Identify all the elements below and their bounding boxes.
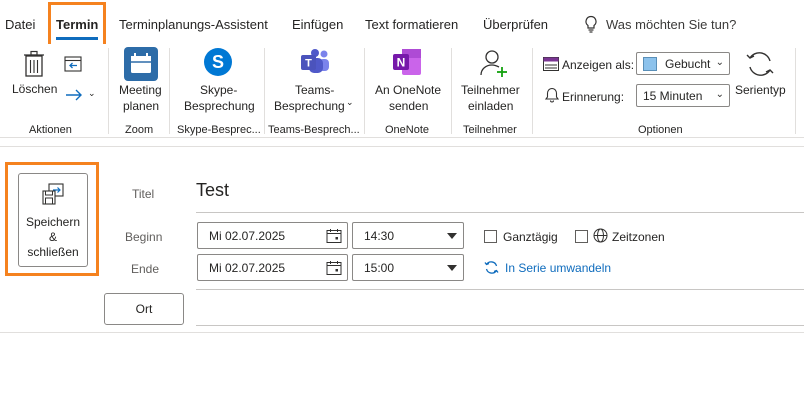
chevron-down-icon[interactable] bbox=[447, 265, 457, 271]
onenote-label-2[interactable]: senden bbox=[389, 98, 428, 114]
separator bbox=[108, 48, 109, 134]
recurrence-icon bbox=[484, 261, 499, 274]
chevron-down-icon[interactable] bbox=[447, 233, 457, 239]
timezones-checkbox[interactable] bbox=[575, 230, 588, 243]
recurrence-icon[interactable] bbox=[745, 49, 775, 79]
svg-text:S: S bbox=[212, 52, 224, 72]
skype-icon[interactable]: S bbox=[203, 47, 233, 77]
title-underline bbox=[196, 212, 804, 213]
group-label-aktionen: Aktionen bbox=[29, 124, 72, 136]
svg-text:N: N bbox=[397, 56, 406, 70]
calendar-icon[interactable] bbox=[326, 228, 342, 244]
make-recurring-label: In Serie umwandeln bbox=[505, 260, 612, 275]
separator bbox=[451, 48, 452, 134]
title-input[interactable]: Test bbox=[196, 180, 229, 201]
menu-tab-bar: Datei Termin Terminplanungs-Assistent Ei… bbox=[0, 0, 804, 44]
ende-label: Ende bbox=[131, 262, 160, 276]
lightbulb-icon bbox=[585, 15, 597, 33]
onenote-label-1[interactable]: An OneNote bbox=[375, 82, 441, 98]
teams-label-1[interactable]: Teams- bbox=[295, 82, 334, 98]
location-button-label: Ort bbox=[135, 302, 153, 316]
start-date-field[interactable]: Mi 02.07.2025 bbox=[197, 222, 348, 249]
tab-datei[interactable]: Datei bbox=[5, 17, 35, 32]
delete-button-label[interactable]: Löschen bbox=[12, 81, 57, 97]
separator bbox=[795, 48, 796, 134]
tab-text-formatieren[interactable]: Text formatieren bbox=[365, 17, 458, 32]
start-time-field[interactable]: 14:30 bbox=[352, 222, 464, 249]
body-divider bbox=[0, 332, 804, 333]
svg-text:T: T bbox=[305, 58, 312, 70]
copy-to-calendar-icon[interactable] bbox=[64, 56, 82, 72]
separator bbox=[364, 48, 365, 134]
meeting-planen-label-2[interactable]: planen bbox=[123, 98, 159, 114]
search-placeholder: Was möchten Sie tun? bbox=[606, 16, 737, 32]
ribbon: Löschen ⌄ Aktionen Meeting planen Zoom S… bbox=[0, 44, 804, 138]
reminder-value: 15 Minuten bbox=[643, 88, 703, 103]
tab-ueberpruefen[interactable]: Überprüfen bbox=[483, 17, 548, 32]
end-time-field[interactable]: 15:00 bbox=[352, 254, 464, 281]
chevron-down-icon: ⌄ bbox=[715, 89, 724, 100]
all-day-label[interactable]: Ganztägig bbox=[503, 230, 558, 244]
add-attendee-icon[interactable] bbox=[479, 48, 509, 78]
meeting-planen-label-1[interactable]: Meeting bbox=[119, 82, 162, 98]
start-date-value: Mi 02.07.2025 bbox=[209, 228, 286, 243]
beginn-label: Beginn bbox=[125, 230, 163, 244]
group-label-zoom: Zoom bbox=[125, 124, 154, 136]
location-underline bbox=[196, 325, 804, 326]
globe-icon[interactable] bbox=[593, 228, 608, 243]
end-date-value: Mi 02.07.2025 bbox=[209, 260, 286, 275]
serientyp-label[interactable]: Serientyp bbox=[735, 82, 786, 98]
group-label-teilnehmer: Teilnehmer bbox=[463, 124, 517, 136]
location-button[interactable]: Ort bbox=[104, 293, 184, 325]
bell-icon bbox=[545, 87, 559, 103]
forward-arrow-icon[interactable] bbox=[65, 89, 85, 101]
teams-label-2[interactable]: Besprechung bbox=[274, 98, 345, 114]
titel-label: Titel bbox=[132, 187, 155, 201]
all-day-checkbox[interactable] bbox=[484, 230, 497, 243]
separator bbox=[169, 48, 170, 134]
reminder-dropdown[interactable]: 15 Minuten ⌄ bbox=[636, 84, 730, 107]
end-date-field[interactable]: Mi 02.07.2025 bbox=[197, 254, 348, 281]
highlight-save-button bbox=[5, 162, 99, 276]
onenote-icon[interactable]: N bbox=[392, 48, 422, 76]
tab-einfuegen[interactable]: Einfügen bbox=[292, 17, 343, 32]
calendar-icon[interactable] bbox=[326, 260, 342, 276]
anzeigen-als-label: Anzeigen als: bbox=[562, 58, 635, 72]
skype-label-1[interactable]: Skype- bbox=[200, 82, 237, 98]
make-recurring-link[interactable]: In Serie umwandeln bbox=[484, 260, 611, 275]
separator bbox=[532, 48, 533, 134]
teilnehmer-label-1[interactable]: Teilnehmer bbox=[461, 82, 520, 98]
timezones-label[interactable]: Zeitzonen bbox=[612, 230, 665, 244]
separator bbox=[264, 48, 265, 134]
teams-icon[interactable]: T bbox=[300, 48, 330, 76]
tab-terminplanungs-assistent[interactable]: Terminplanungs-Assistent bbox=[119, 17, 268, 32]
group-label-teams: Teams-Besprech... bbox=[268, 124, 360, 136]
group-label-skype: Skype-Besprec... bbox=[177, 124, 261, 136]
group-label-onenote: OneNote bbox=[385, 124, 430, 136]
skype-label-2[interactable]: Besprechung bbox=[184, 98, 255, 114]
teilnehmer-label-2[interactable]: einladen bbox=[468, 98, 513, 114]
time-section-divider bbox=[196, 289, 804, 290]
busy-status-swatch bbox=[643, 56, 657, 71]
form-top-divider bbox=[0, 146, 804, 147]
start-time-value: 14:30 bbox=[364, 228, 395, 243]
trash-icon[interactable] bbox=[23, 50, 45, 78]
erinnerung-label: Erinnerung: bbox=[562, 90, 625, 104]
end-time-value: 15:00 bbox=[364, 260, 395, 275]
chevron-down-icon: ⌄ bbox=[715, 57, 724, 68]
forward-dropdown-chevron-icon[interactable]: ⌄ bbox=[88, 88, 96, 99]
teams-dropdown-chevron-icon[interactable]: ⌄ bbox=[346, 97, 354, 108]
tell-me-search[interactable]: Was möchten Sie tun? bbox=[584, 15, 736, 33]
show-as-icon bbox=[543, 57, 559, 71]
show-as-dropdown[interactable]: Gebucht ⌄ bbox=[636, 52, 730, 75]
zoom-calendar-icon[interactable] bbox=[124, 47, 158, 81]
show-as-value: Gebucht bbox=[665, 56, 711, 71]
group-label-optionen: Optionen bbox=[638, 124, 683, 136]
